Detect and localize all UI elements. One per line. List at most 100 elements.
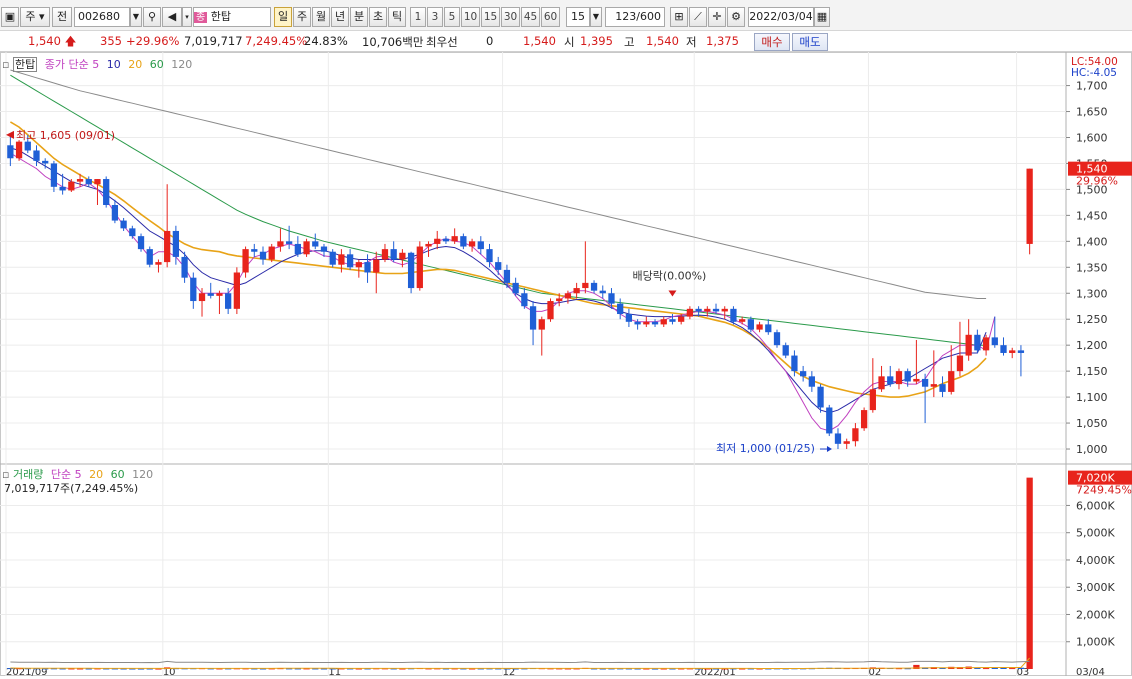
candle-body[interactable] [826,407,833,434]
candle-body[interactable] [808,376,815,387]
candle-body[interactable] [390,249,397,260]
count-field[interactable]: 123/600 [605,7,665,27]
stock-name-field[interactable]: 종 한탑 [193,7,271,27]
candle-body[interactable] [739,319,746,322]
candle-body[interactable] [94,179,101,185]
candle-body[interactable] [42,160,49,164]
volume-bar[interactable] [1009,668,1016,670]
calendar-button[interactable]: ▦ [814,7,830,27]
candle-body[interactable] [425,243,432,247]
candle-body[interactable] [277,241,284,247]
candle-body[interactable] [878,376,885,390]
price-legend-indicator[interactable]: 종가 단순 [45,58,89,71]
crosshair-button[interactable]: ✛ [708,7,726,27]
ma20-legend[interactable]: 20 [128,58,142,71]
candle-body[interactable] [346,254,354,268]
candle-body[interactable] [582,282,589,289]
candle-body[interactable] [355,262,362,268]
candle-body[interactable] [529,306,537,330]
trend-tool-button[interactable]: ⟋ [689,7,707,27]
interval-tab-60[interactable]: 60 [541,7,560,27]
candle-body[interactable] [146,249,153,265]
candle-body[interactable] [442,238,450,242]
candle-body[interactable] [573,288,580,294]
candle-body[interactable] [329,251,336,265]
candle-body[interactable] [24,141,31,151]
candle-body[interactable] [904,371,911,382]
candle-body[interactable] [50,163,58,187]
period-tab-3[interactable]: 년 [331,7,349,27]
candle-body[interactable] [695,308,702,312]
candle-body[interactable] [207,293,214,296]
interval-tab-45[interactable]: 45 [521,7,540,27]
candle-body[interactable] [712,308,720,312]
period-tab-0[interactable]: 일 [274,7,292,27]
candle-body[interactable] [399,252,406,260]
candle-body[interactable] [860,410,868,429]
candle-body[interactable] [381,249,389,260]
candle-body[interactable] [477,241,484,250]
buy-button[interactable]: 매수 [754,33,790,51]
candle-body[interactable] [364,262,371,273]
candle-body[interactable] [1009,350,1016,353]
candle-body[interactable] [643,321,650,325]
candle-body[interactable] [843,441,850,444]
period-tab-4[interactable]: 분 [350,7,368,27]
candle-body[interactable] [111,204,119,221]
candle-body[interactable] [773,332,781,346]
candle-body[interactable] [68,181,75,191]
candle-body[interactable] [103,179,110,205]
candle-body[interactable] [1026,168,1033,244]
candle-body[interactable] [930,384,937,387]
candle-body[interactable] [503,269,511,283]
stock-chart[interactable]: 1,7001,6501,6001,5501,5001,4501,4001,350… [0,52,1132,678]
ma60-legend[interactable]: 60 [150,58,164,71]
candle-body[interactable] [887,376,894,385]
candle-body[interactable] [460,236,467,247]
candle-body[interactable] [1017,350,1025,353]
candle-body[interactable] [791,355,798,372]
candle-body[interactable] [965,334,972,356]
candle-body[interactable] [852,428,859,442]
chart-area[interactable]: 1,7001,6501,6001,5501,5001,4501,4001,350… [0,52,1132,678]
candle-body[interactable] [948,371,955,392]
ma5-legend[interactable]: 5 [92,58,99,71]
candle-body[interactable] [216,293,223,296]
candle-body[interactable] [416,246,423,289]
candle-body[interactable] [982,337,990,351]
interval-tab-15[interactable]: 15 [481,7,500,27]
candle-body[interactable] [59,186,66,191]
candle-body[interactable] [869,389,876,411]
candle-body[interactable] [373,259,380,273]
candle-body[interactable] [913,378,920,382]
candle-body[interactable] [303,241,310,255]
candle-body[interactable] [120,220,127,229]
candle-body[interactable] [991,337,998,346]
move-chart-button[interactable]: ⊞ [670,7,688,27]
candle-body[interactable] [756,324,763,330]
candle-body[interactable] [730,308,737,322]
candle-body[interactable] [564,293,572,299]
date-field[interactable]: 2022/03/04 [748,7,814,27]
candle-body[interactable] [486,249,493,263]
candle-body[interactable] [294,243,301,255]
sound-dropdown[interactable]: ▾ [182,7,192,27]
volume-bar[interactable] [982,668,990,670]
candle-body[interactable] [251,249,258,252]
candle-body[interactable] [547,301,554,320]
interval-tab-5[interactable]: 5 [444,7,460,27]
candle-body[interactable] [407,252,415,289]
candle-body[interactable] [76,179,84,182]
period-tab-5[interactable]: 초 [369,7,387,27]
candle-body[interactable] [974,334,981,351]
interval-tab-1[interactable]: 1 [410,7,426,27]
candle-body[interactable] [15,141,23,159]
search-button[interactable]: ⚲ [143,7,161,27]
candle-body[interactable] [225,293,232,309]
sell-button[interactable]: 매도 [792,33,828,51]
window-menu-button[interactable]: ▣ [1,7,19,27]
candle-body[interactable] [164,230,171,263]
candle-body[interactable] [1000,345,1007,353]
candle-body[interactable] [939,384,946,392]
candle-body[interactable] [625,314,633,322]
